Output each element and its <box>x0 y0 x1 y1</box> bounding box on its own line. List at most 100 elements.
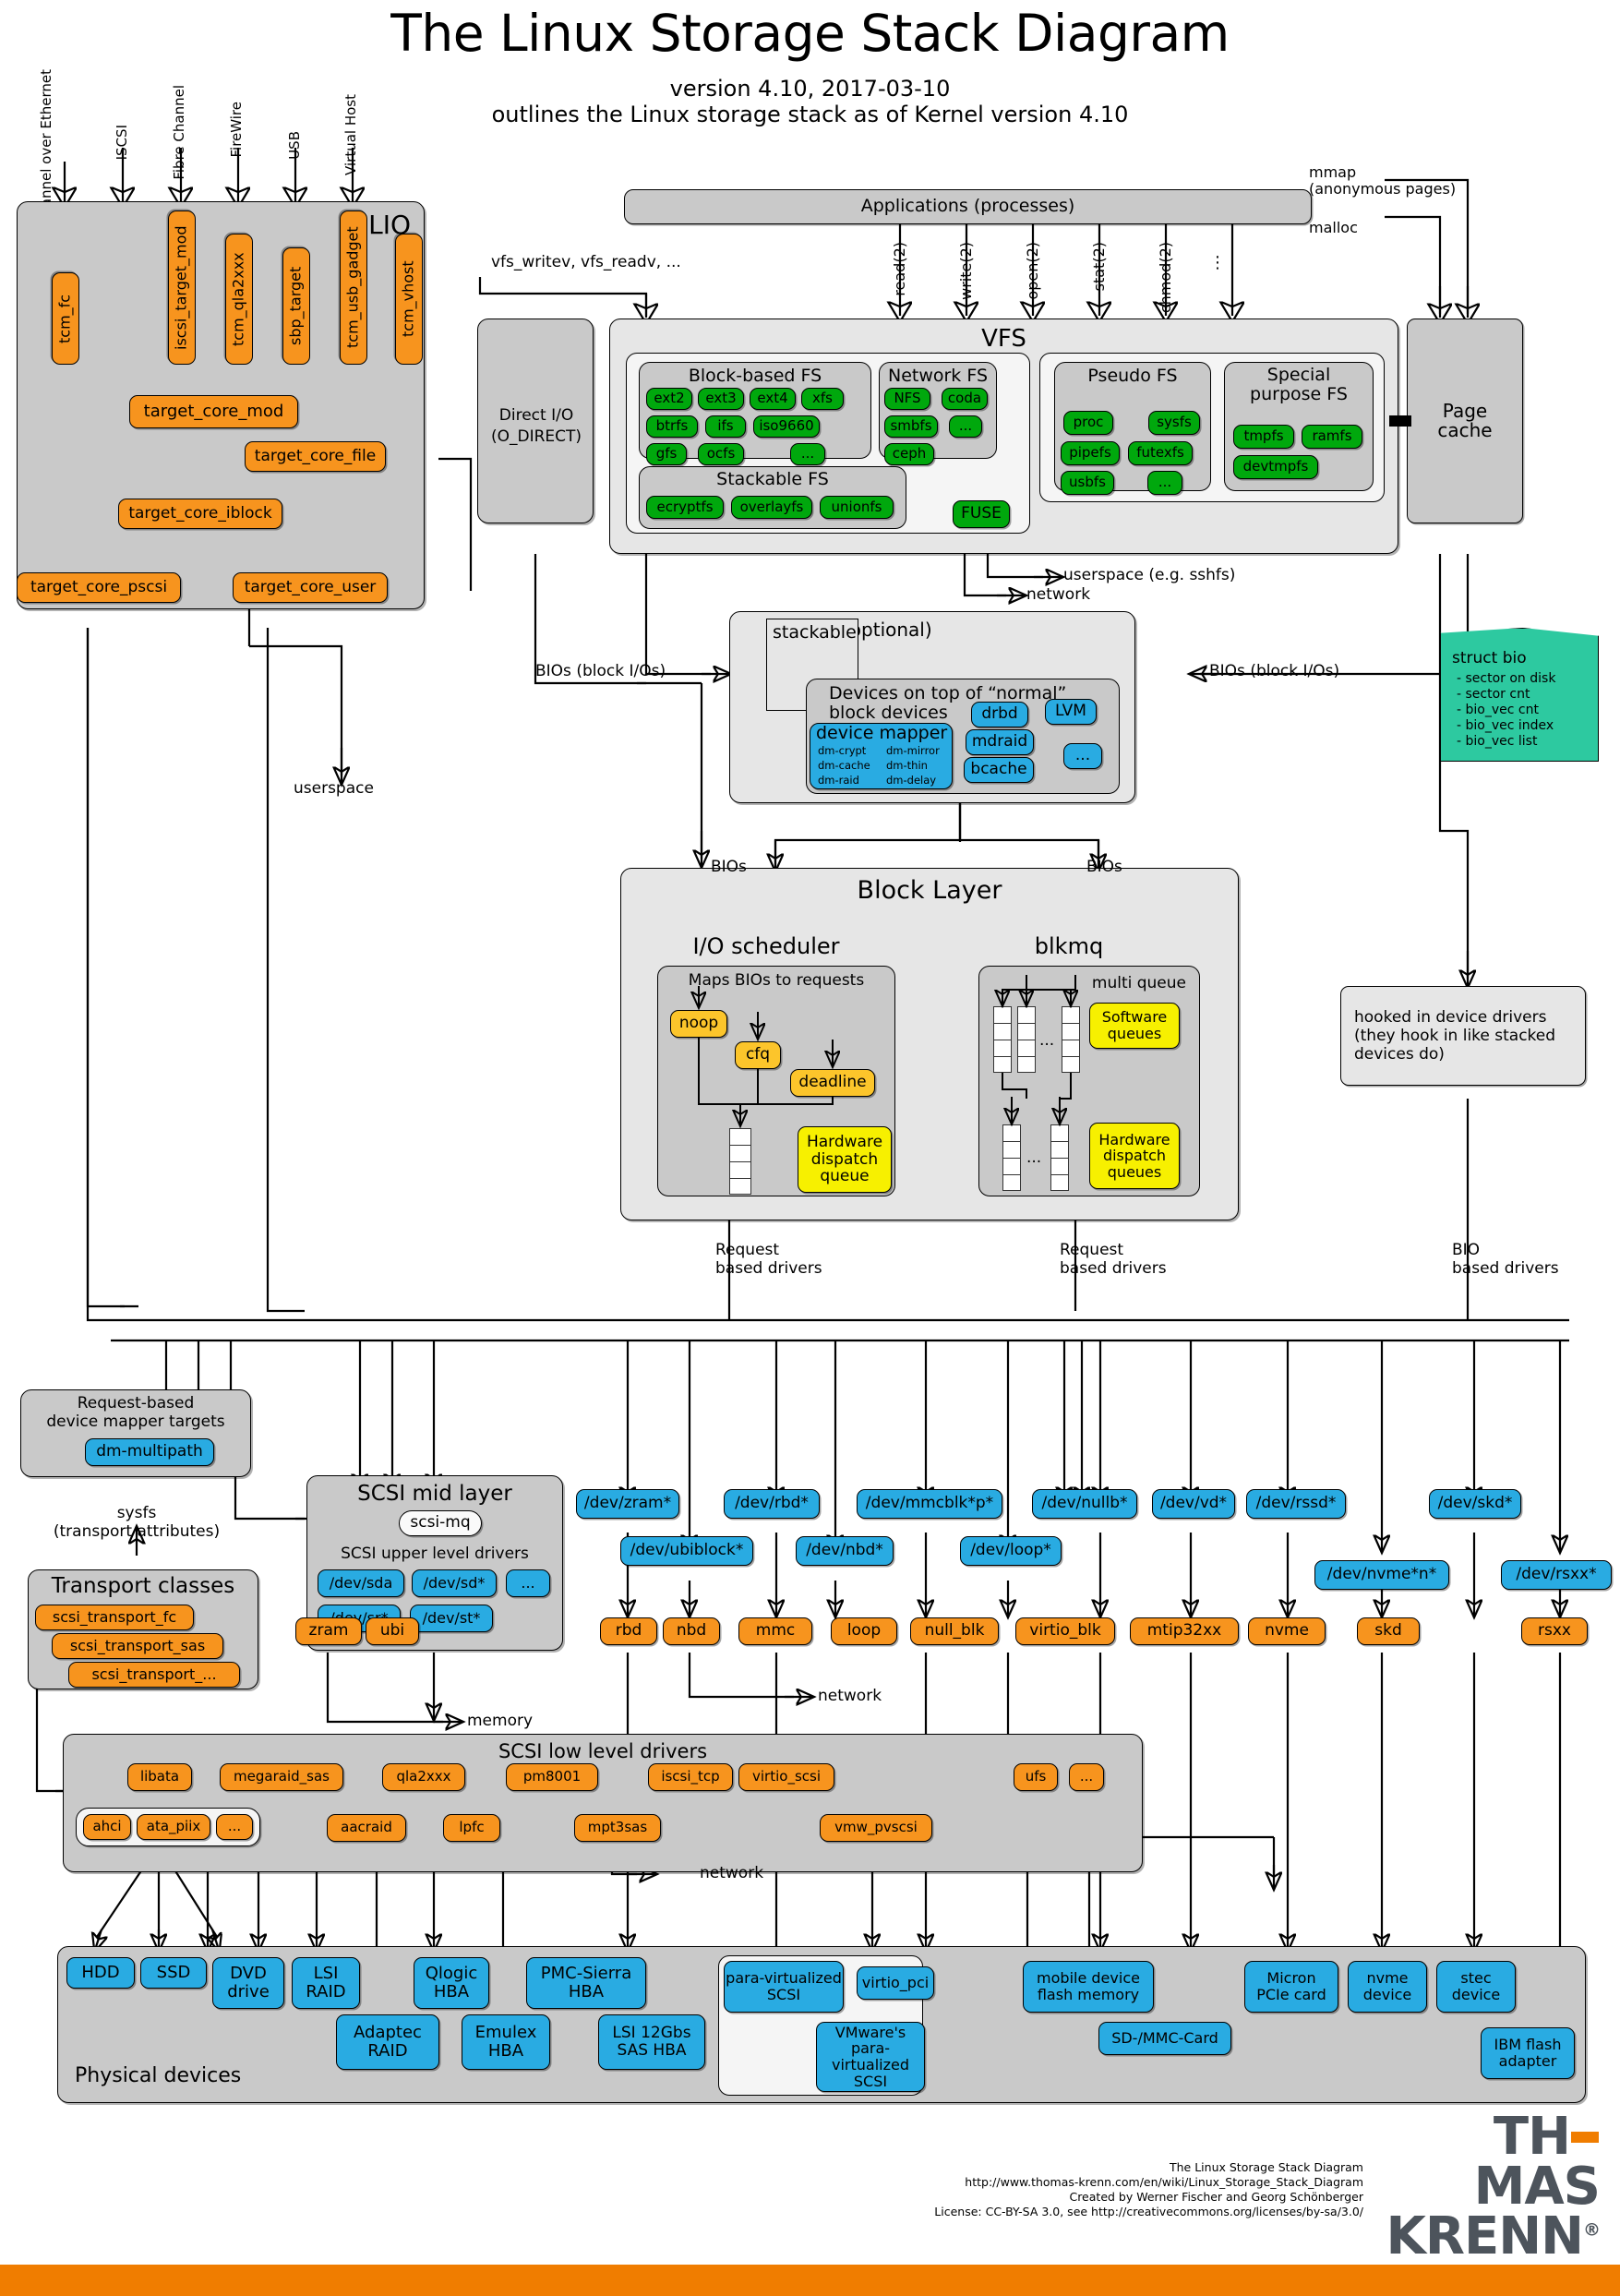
lld-pm8001[interactable]: pm8001 <box>506 1763 598 1791</box>
fs-ecryptfs[interactable]: ecryptfs <box>646 496 724 519</box>
devnode-rssd[interactable]: /dev/rssd* <box>1246 1489 1346 1519</box>
fs-fuse[interactable]: FUSE <box>953 500 1010 528</box>
fs-ext4[interactable]: ext4 <box>750 388 796 410</box>
lld-libata[interactable]: libata <box>127 1763 192 1791</box>
devnode-zram[interactable]: /dev/zram* <box>576 1489 679 1519</box>
scsi-dev-sd[interactable]: /dev/sd* <box>412 1569 497 1597</box>
fs-coda[interactable]: coda <box>942 388 988 410</box>
lld-vmw-pvscsi[interactable]: vmw_pvscsi <box>820 1814 932 1842</box>
lld-ata-piix[interactable]: ata_piix <box>137 1814 210 1840</box>
fs-proc[interactable]: proc <box>1063 411 1113 435</box>
lld-qla2xxx[interactable]: qla2xxx <box>382 1763 465 1791</box>
stacked-drbd[interactable]: drbd <box>971 702 1028 727</box>
lld-lpfc[interactable]: lpfc <box>443 1814 500 1842</box>
lld-aacraid[interactable]: aacraid <box>327 1814 406 1842</box>
phys-qlogic-hba[interactable]: Qlogic HBA <box>414 1957 489 2009</box>
lio-node-tcm-vhost[interactable]: tcm_vhost <box>395 234 423 365</box>
driver-loop[interactable]: loop <box>831 1617 897 1645</box>
lio-node-target-core-user[interactable]: target_core_user <box>233 572 388 603</box>
phys-mobile-flash[interactable]: mobile device flash memory <box>1023 1961 1154 2013</box>
lld-more[interactable]: ... <box>1069 1763 1104 1791</box>
scsi-mq[interactable]: scsi-mq <box>399 1510 482 1536</box>
lio-node-iscsi-target-mod[interactable]: iscsi_target_mod <box>168 210 196 365</box>
scheduler-noop[interactable]: noop <box>670 1010 727 1038</box>
phys-stec-device[interactable]: stec device <box>1436 1961 1516 2013</box>
scheduler-cfq[interactable]: cfq <box>735 1041 781 1069</box>
lio-node-tcm-fc[interactable]: tcm_fc <box>52 272 79 365</box>
lio-node-tcm-usb-gadget[interactable]: tcm_usb_gadget <box>340 210 367 365</box>
fs-ifs[interactable]: ifs <box>705 415 746 438</box>
dm-multipath[interactable]: dm-multipath <box>85 1438 214 1466</box>
phys-dvd[interactable]: DVD drive <box>212 1957 284 2009</box>
scheduler-deadline[interactable]: deadline <box>790 1069 875 1097</box>
fs-btrfs[interactable]: btrfs <box>646 415 698 438</box>
driver-mmc[interactable]: mmc <box>738 1617 812 1645</box>
fs-ext2[interactable]: ext2 <box>646 388 692 410</box>
lld-ata-more[interactable]: ... <box>216 1814 253 1840</box>
fs-ext3[interactable]: ext3 <box>698 388 744 410</box>
phys-micron-pcie[interactable]: Micron PCIe card <box>1244 1961 1338 2013</box>
lld-iscsi-tcp[interactable]: iscsi_tcp <box>648 1763 733 1791</box>
driver-rsxx[interactable]: rsxx <box>1521 1617 1588 1645</box>
devnode-mmcblk[interactable]: /dev/mmcblk*p* <box>857 1489 1002 1519</box>
phys-virtio-pci[interactable]: virtio_pci <box>857 1966 934 2000</box>
driver-skd[interactable]: skd <box>1357 1617 1420 1645</box>
fs-tmpfs[interactable]: tmpfs <box>1233 425 1294 449</box>
lld-virtio-scsi[interactable]: virtio_scsi <box>738 1763 834 1791</box>
devnode-nullb[interactable]: /dev/nullb* <box>1032 1489 1137 1519</box>
fs-futexfs[interactable]: futexfs <box>1128 441 1193 465</box>
transport-fc[interactable]: scsi_transport_fc <box>35 1605 194 1630</box>
phys-pmc-sierra-hba[interactable]: PMC-Sierra HBA <box>526 1957 646 2009</box>
fs-iso9660[interactable]: iso9660 <box>753 415 820 438</box>
lio-node-tcm-qla2xxx[interactable]: tcm_qla2xxx <box>225 234 253 365</box>
phys-adaptec-raid[interactable]: Adaptec RAID <box>336 2014 439 2070</box>
lld-ahci[interactable]: ahci <box>83 1814 131 1840</box>
fs-devtmpfs[interactable]: devtmpfs <box>1233 455 1318 479</box>
driver-ubi[interactable]: ubi <box>366 1617 419 1645</box>
devnode-ubiblock[interactable]: /dev/ubiblock* <box>620 1536 753 1566</box>
devnode-skd[interactable]: /dev/skd* <box>1429 1489 1521 1519</box>
lld-megaraid-sas[interactable]: megaraid_sas <box>220 1763 343 1791</box>
lio-node-sbp-target[interactable]: sbp_target <box>282 247 310 365</box>
stacked-more[interactable]: ... <box>1063 743 1102 769</box>
phys-ssd[interactable]: SSD <box>140 1957 207 1989</box>
phys-vmware-paravirt[interactable]: VMware's para-virtualized SCSI <box>816 2022 925 2092</box>
devnode-nbd[interactable]: /dev/nbd* <box>796 1536 894 1566</box>
lio-node-target-core-file[interactable]: target_core_file <box>245 441 386 472</box>
driver-nbd[interactable]: nbd <box>663 1617 720 1645</box>
devnode-rsxx[interactable]: /dev/rsxx* <box>1501 1560 1612 1590</box>
scsi-dev-sda[interactable]: /dev/sda <box>318 1569 404 1597</box>
devnode-vd[interactable]: /dev/vd* <box>1152 1489 1235 1519</box>
fs-xfs[interactable]: xfs <box>801 388 844 410</box>
phys-hdd[interactable]: HDD <box>66 1957 135 1989</box>
phys-nvme-device[interactable]: nvme device <box>1348 1961 1427 2013</box>
driver-rbd[interactable]: rbd <box>600 1617 657 1645</box>
fs-ocfs[interactable]: ocfs <box>698 443 744 465</box>
stacked-lvm[interactable]: LVM <box>1045 699 1097 725</box>
phys-paravirt-scsi[interactable]: para-virtualized SCSI <box>724 1961 844 2013</box>
fs-overlayfs[interactable]: overlayfs <box>731 496 812 519</box>
phys-lsi-raid[interactable]: LSI RAID <box>292 1957 360 2009</box>
driver-null-blk[interactable]: null_blk <box>910 1617 999 1645</box>
phys-sd-mmc[interactable]: SD-/MMC-Card <box>1098 2022 1231 2055</box>
fs-block-more[interactable]: ... <box>790 443 825 465</box>
devnode-nvme[interactable]: /dev/nvme*n* <box>1314 1560 1449 1590</box>
fs-nfs[interactable]: NFS <box>884 388 930 410</box>
phys-lsi-12gbs[interactable]: LSI 12Gbs SAS HBA <box>598 2014 705 2070</box>
lld-mpt3sas[interactable]: mpt3sas <box>574 1814 661 1842</box>
fs-unionfs[interactable]: unionfs <box>820 496 894 519</box>
lio-node-target-core-iblock[interactable]: target_core_iblock <box>118 499 282 529</box>
lio-node-target-core-pscsi[interactable]: target_core_pscsi <box>17 572 181 603</box>
fs-pseudo-more[interactable]: ... <box>1147 471 1182 495</box>
scsi-dev-more[interactable]: ... <box>506 1569 550 1597</box>
fs-sysfs[interactable]: sysfs <box>1148 411 1200 435</box>
devnode-rbd[interactable]: /dev/rbd* <box>724 1489 820 1519</box>
transport-sas[interactable]: scsi_transport_sas <box>52 1633 223 1659</box>
stacked-mdraid[interactable]: mdraid <box>966 729 1034 755</box>
driver-zram[interactable]: zram <box>295 1617 362 1645</box>
driver-mtip32xx[interactable]: mtip32xx <box>1130 1617 1239 1645</box>
scsi-dev-st[interactable]: /dev/st* <box>410 1605 493 1632</box>
device-mapper-box[interactable]: device mapper dm-crypt dm-mirror dm-cach… <box>810 723 953 789</box>
fs-ceph[interactable]: ceph <box>884 443 934 465</box>
driver-virtio-blk[interactable]: virtio_blk <box>1015 1617 1115 1645</box>
